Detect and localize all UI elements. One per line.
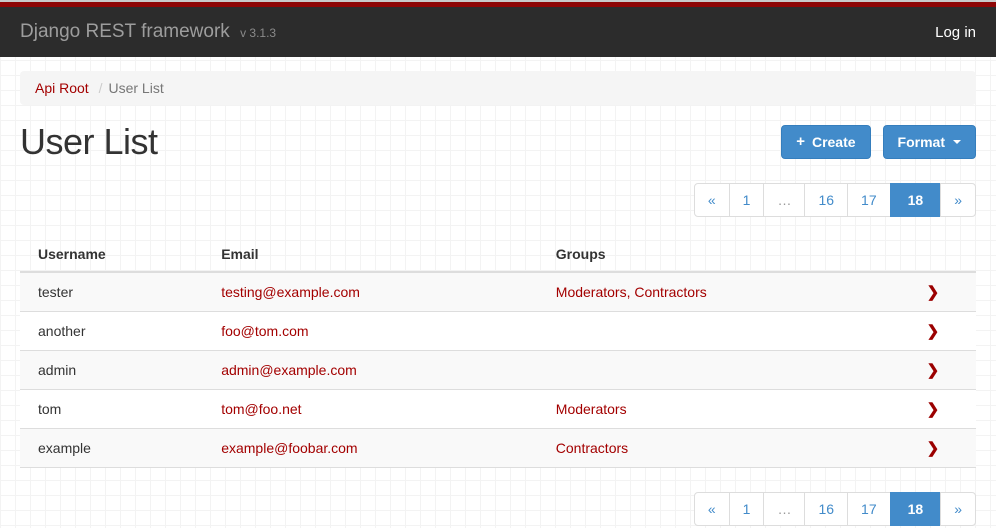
breadcrumb-link-api-root[interactable]: Api Root	[35, 80, 89, 96]
cell-email: tom@foo.net	[211, 390, 546, 429]
top-navbar: Django REST framework v 3.1.3 Log in	[0, 7, 996, 57]
pagination-link[interactable]: 18	[890, 183, 942, 217]
cell-groups: Moderators, Contractors	[546, 272, 890, 312]
cell-groups	[546, 312, 890, 351]
cell-email: admin@example.com	[211, 351, 546, 390]
cell-username: another	[20, 312, 211, 351]
pagination-link[interactable]: «	[694, 183, 730, 217]
cell-username: tester	[20, 272, 211, 312]
table-header-row: Username Email Groups	[20, 237, 976, 272]
table-row: example example@foobar.com Contractors ❯	[20, 429, 976, 468]
row-detail-chevron-icon[interactable]: ❯	[927, 284, 940, 301]
breadcrumb-separator: /	[93, 80, 109, 96]
cell-detail: ❯	[890, 312, 976, 351]
pagination-link: …	[763, 183, 805, 217]
brand-version: v 3.1.3	[240, 26, 276, 40]
table-row: tester testing@example.com Moderators, Con…	[20, 272, 976, 312]
cell-email: testing@example.com	[211, 272, 546, 312]
plus-icon: +	[796, 133, 805, 151]
pagination-item-16: 16	[805, 492, 848, 526]
row-detail-chevron-icon[interactable]: ❯	[927, 323, 940, 340]
pagination-link[interactable]: 1	[729, 492, 765, 526]
cell-detail: ❯	[890, 429, 976, 468]
pagination-link[interactable]: 17	[847, 492, 891, 526]
pagination-item-18: 18	[891, 183, 942, 217]
login-link[interactable]: Log in	[935, 24, 976, 41]
pagination-item-«: «	[694, 492, 730, 526]
page-title: User List	[20, 121, 158, 163]
cell-email: example@foobar.com	[211, 429, 546, 468]
email-link[interactable]: admin@example.com	[221, 362, 357, 378]
pagination-top: «1…161718»	[20, 183, 976, 217]
pagination-link[interactable]: 18	[890, 492, 942, 526]
cell-username: admin	[20, 351, 211, 390]
cell-groups: Contractors	[546, 429, 890, 468]
row-detail-chevron-icon[interactable]: ❯	[927, 362, 940, 379]
row-detail-chevron-icon[interactable]: ❯	[927, 401, 940, 418]
pagination-item-17: 17	[848, 492, 891, 526]
column-header-groups: Groups	[546, 237, 890, 272]
pagination-item-17: 17	[848, 183, 891, 217]
cell-groups: Moderators	[546, 390, 890, 429]
column-header-username: Username	[20, 237, 211, 272]
brand-title: Django REST framework	[20, 21, 230, 42]
table-row: admin admin@example.com ❯	[20, 351, 976, 390]
cell-email: foo@tom.com	[211, 312, 546, 351]
pagination-link[interactable]: 17	[847, 183, 891, 217]
pagination-item-»: »	[941, 492, 976, 526]
user-table: Username Email Groups tester testing@exam…	[20, 237, 976, 468]
groups-link[interactable]: Moderators	[556, 401, 627, 417]
create-button-label: Create	[812, 133, 856, 151]
breadcrumb: Api Root /User List	[20, 71, 976, 105]
pagination-link[interactable]: 16	[804, 183, 848, 217]
email-link[interactable]: foo@tom.com	[221, 323, 308, 339]
create-button[interactable]: + Create	[781, 125, 870, 159]
cell-groups	[546, 351, 890, 390]
row-detail-chevron-icon[interactable]: ❯	[927, 440, 940, 457]
pagination-item-1: 1	[730, 492, 765, 526]
brand-link[interactable]: Django REST framework v 3.1.3	[20, 21, 276, 43]
email-link[interactable]: tom@foo.net	[221, 401, 301, 417]
pagination-link: …	[763, 492, 805, 526]
breadcrumb-item-current: User List	[108, 80, 163, 96]
format-dropdown-button[interactable]: Format	[883, 125, 976, 159]
pagination-item-…: …	[764, 183, 805, 217]
pagination-item-1: 1	[730, 183, 765, 217]
pagination-item-«: «	[694, 183, 730, 217]
breadcrumb-item-api-root: Api Root	[35, 80, 93, 96]
cell-username: example	[20, 429, 211, 468]
pagination-link[interactable]: «	[694, 492, 730, 526]
pagination-item-18: 18	[891, 492, 942, 526]
table-row: tom tom@foo.net Moderators ❯	[20, 390, 976, 429]
groups-link[interactable]: Moderators, Contractors	[556, 284, 707, 300]
email-link[interactable]: example@foobar.com	[221, 440, 357, 456]
pagination-link[interactable]: 1	[729, 183, 765, 217]
email-link[interactable]: testing@example.com	[221, 284, 360, 300]
cell-username: tom	[20, 390, 211, 429]
cell-detail: ❯	[890, 351, 976, 390]
column-header-email: Email	[211, 237, 546, 272]
pagination-bottom: «1…161718»	[20, 492, 976, 526]
cell-detail: ❯	[890, 390, 976, 429]
format-button-label: Format	[898, 133, 945, 151]
table-row: another foo@tom.com ❯	[20, 312, 976, 351]
pagination-item-»: »	[941, 183, 976, 217]
column-header-detail	[890, 237, 976, 272]
pagination-item-16: 16	[805, 183, 848, 217]
pagination-item-…: …	[764, 492, 805, 526]
groups-link[interactable]: Contractors	[556, 440, 628, 456]
caret-down-icon	[953, 140, 961, 144]
pagination-link[interactable]: »	[940, 492, 976, 526]
pagination-link[interactable]: 16	[804, 492, 848, 526]
cell-detail: ❯	[890, 272, 976, 312]
pagination-link[interactable]: »	[940, 183, 976, 217]
